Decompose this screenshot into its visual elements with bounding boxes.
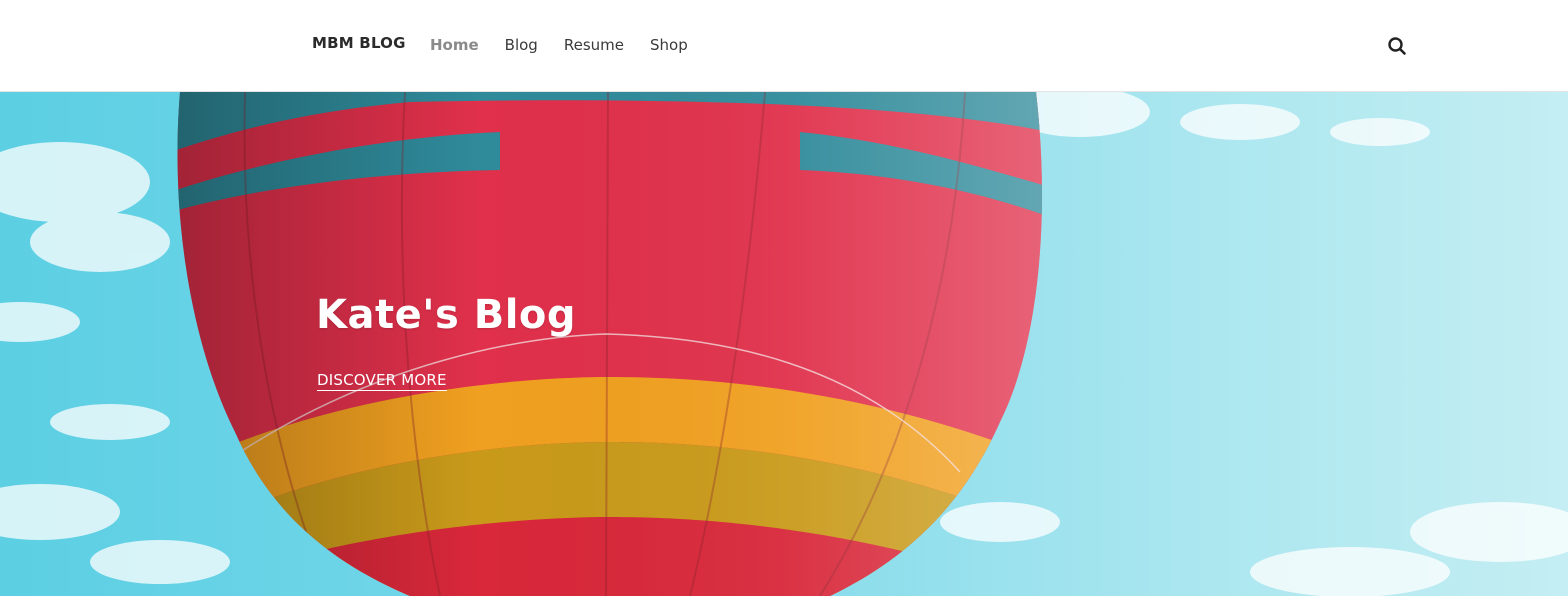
site-header: MBM BLOG Home Blog Resume Shop <box>0 0 1568 92</box>
hero-balloon-image <box>0 92 1568 596</box>
search-icon <box>1388 37 1406 55</box>
nav-item-home: Home <box>430 35 479 54</box>
nav-link-resume[interactable]: Resume <box>564 36 624 54</box>
hero-banner: Kate's Blog DISCOVER MORE <box>0 92 1568 596</box>
nav-item-shop: Shop <box>650 35 688 54</box>
discover-more-link[interactable]: DISCOVER MORE <box>317 371 447 391</box>
nav-link-blog[interactable]: Blog <box>505 36 538 54</box>
nav-link-home[interactable]: Home <box>430 36 479 54</box>
main-nav: Home Blog Resume Shop <box>430 35 688 54</box>
search-button[interactable] <box>1386 35 1408 57</box>
nav-item-blog: Blog <box>505 35 538 54</box>
nav-item-resume: Resume <box>564 35 624 54</box>
hero-title: Kate's Blog <box>316 292 577 338</box>
nav-link-shop[interactable]: Shop <box>650 36 688 54</box>
site-logo[interactable]: MBM BLOG <box>312 34 406 52</box>
